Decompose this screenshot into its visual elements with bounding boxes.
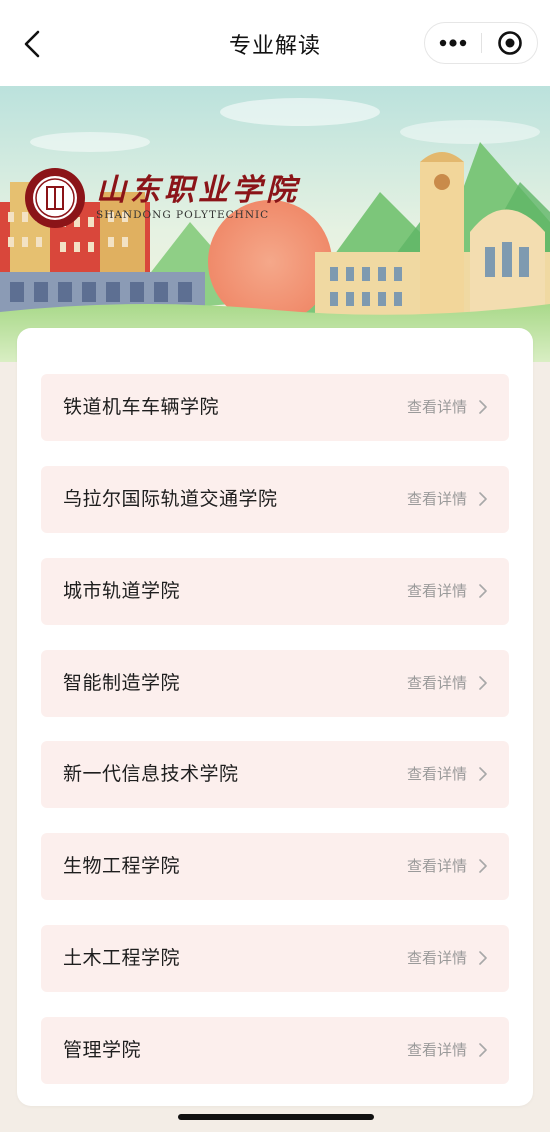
college-item[interactable]: 城市轨道学院 查看详情 [41, 558, 509, 625]
college-item[interactable]: 乌拉尔国际轨道交通学院 查看详情 [41, 466, 509, 533]
view-details-link[interactable]: 查看详情 [407, 558, 467, 625]
chevron-right-icon [479, 767, 487, 781]
campus-banner: 山东职业学院 SHANDONG POLYTECHNIC [0, 72, 550, 362]
college-item[interactable]: 新一代信息技术学院 查看详情 [41, 741, 509, 808]
school-name-en: SHANDONG POLYTECHNIC [96, 209, 270, 221]
college-name: 智能制造学院 [63, 672, 181, 694]
chevron-right-icon [479, 1043, 487, 1057]
mini-program-capsule [424, 22, 538, 64]
college-name: 新一代信息技术学院 [63, 763, 239, 785]
college-name: 城市轨道学院 [63, 580, 181, 602]
college-list: 铁道机车车辆学院 查看详情 乌拉尔国际轨道交通学院 查看详情 城市轨道学院 查看… [17, 328, 533, 1106]
view-details-link[interactable]: 查看详情 [407, 1017, 467, 1084]
college-name: 管理学院 [63, 1039, 142, 1061]
view-details-link[interactable]: 查看详情 [407, 925, 467, 992]
college-item[interactable]: 生物工程学院 查看详情 [41, 833, 509, 900]
school-name-cn: 山东职业学院 [96, 173, 300, 208]
more-dots-icon [439, 39, 467, 47]
chevron-right-icon [479, 676, 487, 690]
school-logo: 山东职业学院 SHANDONG POLYTECHNIC [24, 167, 300, 229]
school-seal-icon [25, 168, 85, 228]
view-details-link[interactable]: 查看详情 [407, 741, 467, 808]
college-name: 铁道机车车辆学院 [63, 396, 220, 418]
chevron-right-icon [479, 859, 487, 873]
view-details-link[interactable]: 查看详情 [407, 466, 467, 533]
chevron-right-icon [479, 951, 487, 965]
target-icon [498, 31, 522, 55]
view-details-link[interactable]: 查看详情 [407, 833, 467, 900]
chevron-right-icon [479, 400, 487, 414]
nav-bar: 专业解读 [0, 0, 550, 86]
chevron-right-icon [479, 492, 487, 506]
college-item[interactable]: 智能制造学院 查看详情 [41, 650, 509, 717]
view-details-link[interactable]: 查看详情 [407, 374, 467, 441]
college-item[interactable]: 铁道机车车辆学院 查看详情 [41, 374, 509, 441]
close-program-button[interactable] [482, 23, 538, 63]
college-item[interactable]: 管理学院 查看详情 [41, 1017, 509, 1084]
college-name: 乌拉尔国际轨道交通学院 [63, 488, 278, 510]
college-name: 土木工程学院 [63, 947, 181, 969]
college-item[interactable]: 土木工程学院 查看详情 [41, 925, 509, 992]
college-name: 生物工程学院 [63, 855, 181, 877]
home-indicator[interactable] [178, 1114, 374, 1120]
chevron-right-icon [479, 584, 487, 598]
more-button[interactable] [425, 23, 481, 63]
view-details-link[interactable]: 查看详情 [407, 650, 467, 717]
